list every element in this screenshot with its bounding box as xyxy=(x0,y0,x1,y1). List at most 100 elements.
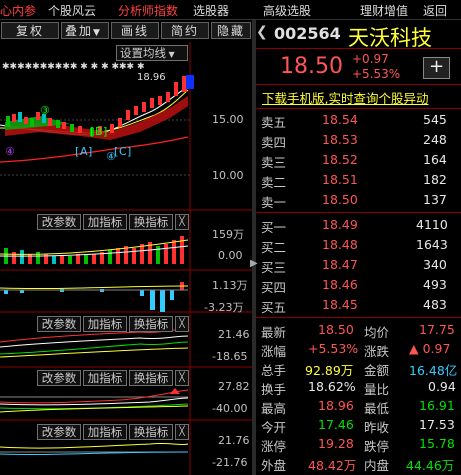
stat-row-outer-inner: 外盘 48.42万 内盘 44.46万 xyxy=(261,458,455,473)
panel1-edit-params-button[interactable]: 改参数 xyxy=(37,214,81,230)
price-change-pct: +5.53% xyxy=(352,67,401,81)
stat-row-turnover: 换手 18.62% 量比 0.94 xyxy=(261,379,456,397)
buy-volume: 483 xyxy=(423,297,447,312)
sell-price: 18.54 xyxy=(322,112,358,127)
panel1-top-label: 159万 xyxy=(212,228,244,241)
panel5-switch-indicator-button[interactable]: 换指标 xyxy=(129,424,173,440)
panel4-edit-params-button[interactable]: 改参数 xyxy=(37,370,81,386)
panel1-bottom-label: 0.00 xyxy=(218,249,243,262)
svg-text:[: [ xyxy=(114,145,118,158)
menu-item-advanced-picker[interactable]: 高级选股 xyxy=(263,2,311,19)
sell-volume: 248 xyxy=(423,132,447,147)
buy-row-5: 买五 18.45 483 xyxy=(256,296,461,315)
buy-price: 18.46 xyxy=(322,277,358,292)
sell-price: 18.52 xyxy=(322,152,358,167)
menu-item-analyst-index[interactable]: 分析师指数 xyxy=(118,2,178,19)
sell-volume: 137 xyxy=(423,192,447,207)
buy-label: 买一 xyxy=(261,220,287,235)
buy-label: 买四 xyxy=(261,280,287,295)
quote-panel: ❮ 002564 天沃科技 18.50 +0.97 +5.53% + 下载手机版… xyxy=(256,20,461,475)
panel1-close-icon[interactable]: ╳ xyxy=(175,214,189,230)
panel4-close-icon[interactable]: ╳ xyxy=(175,370,189,386)
svg-text:]: ] xyxy=(88,145,92,158)
stock-code: 002564 xyxy=(274,24,341,43)
sell-volume: 182 xyxy=(423,172,447,187)
buy-row-4: 买四 18.46 493 xyxy=(256,276,461,295)
chart-toolbar: 复权 叠加▼ 画线 简约 隐藏 xyxy=(0,20,252,42)
buy-price: 18.49 xyxy=(322,217,358,232)
panel5-close-icon[interactable]: ╳ xyxy=(175,424,189,440)
sell-price: 18.51 xyxy=(322,172,358,187)
collapse-left-icon[interactable]: ❮ xyxy=(256,24,268,40)
panel3-top-label: 21.46 xyxy=(218,328,250,341)
current-price: 18.50 xyxy=(280,54,343,79)
sell-row-2: 卖二 18.51 182 xyxy=(256,171,461,190)
sell-row-3: 卖三 18.52 164 xyxy=(256,151,461,170)
panel4-add-indicator-button[interactable]: 加指标 xyxy=(83,370,127,386)
panel5-add-indicator-button[interactable]: 加指标 xyxy=(83,424,127,440)
panel4-switch-indicator-button[interactable]: 换指标 xyxy=(129,370,173,386)
sell-volume: 164 xyxy=(423,152,447,167)
menu-item-stock-picker[interactable]: 选股器 xyxy=(193,2,229,19)
sell-label: 卖四 xyxy=(261,135,287,150)
stat-row-change: 涨幅 +5.53% 涨跌 ▲ 0.97 xyxy=(261,341,451,359)
ma-settings-label: 设置均线 xyxy=(120,46,166,60)
sell-row-5: 卖五 18.54 545 xyxy=(256,111,461,130)
buy-label: 买三 xyxy=(261,260,287,275)
buy-volume: 4110 xyxy=(416,217,448,232)
panel1-add-indicator-button[interactable]: 加指标 xyxy=(83,214,127,230)
panel3-add-indicator-button[interactable]: 加指标 xyxy=(83,316,127,332)
menu-item-insider[interactable]: 心内参 xyxy=(0,2,36,19)
top-menu-bar: 心内参 个股风云 分析师指数 选股器 高级选股 理财增值 返回 xyxy=(0,0,461,20)
panel4-top-label: 27.82 xyxy=(218,380,250,393)
marker-4-left: ④ xyxy=(5,145,15,158)
overlay-button[interactable]: 叠加▼ xyxy=(61,22,109,39)
sell-label: 卖二 xyxy=(261,175,287,190)
kline-chart-area[interactable]: ✱✱✱✱✱✱✱✱✱✱ ✱ ✱ ✱ ✱✱✱ ✱ ③ ④ ④ [ A] [B]… xyxy=(0,42,252,475)
panel5-top-label: 21.76 xyxy=(218,434,250,447)
sell-row-1: 卖一 18.50 137 xyxy=(256,191,461,210)
menu-item-wealth[interactable]: 理财增值 xyxy=(360,2,408,19)
menu-item-stock-news[interactable]: 个股风云 xyxy=(48,2,96,19)
sell-label: 卖三 xyxy=(261,155,287,170)
ma-settings-button[interactable]: 设置均线 ▼ xyxy=(116,45,188,61)
axis-label-10: 10.00 xyxy=(212,169,244,182)
buy-price: 18.47 xyxy=(322,257,358,272)
buy-volume: 1643 xyxy=(416,237,448,252)
buy-price: 18.48 xyxy=(322,237,358,252)
panel5-bottom-label: -21.76 xyxy=(212,456,248,469)
sell-volume: 545 xyxy=(423,112,447,127)
panel5-edit-params-button[interactable]: 改参数 xyxy=(37,424,81,440)
dropdown-arrow-icon: ▼ xyxy=(93,28,102,38)
svg-text:✱✱✱✱✱✱✱✱✱✱ ✱ ✱ ✱ ✱✱✱ ✱: ✱✱✱✱✱✱✱✱✱✱ ✱ ✱ ✱ ✱✱✱ ✱ xyxy=(2,62,145,72)
download-app-link[interactable]: 下载手机版,实时查询个股异动 xyxy=(262,88,428,107)
stat-row-latest: 最新 18.50 均价 17.75 xyxy=(261,322,455,340)
add-watchlist-icon[interactable]: + xyxy=(423,57,450,79)
marker-box-a: A xyxy=(80,145,88,158)
sell-label: 卖五 xyxy=(261,115,287,130)
panel3-switch-indicator-button[interactable]: 换指标 xyxy=(129,316,173,332)
simple-mode-button[interactable]: 简约 xyxy=(161,22,209,39)
panel3-edit-params-button[interactable]: 改参数 xyxy=(37,316,81,332)
adjust-rights-button[interactable]: 复权 xyxy=(1,22,59,39)
panel3-bottom-label: -18.65 xyxy=(212,350,248,363)
sell-price: 18.53 xyxy=(322,132,358,147)
buy-row-1: 买一 18.49 4110 xyxy=(256,216,461,235)
hide-button[interactable]: 隐藏 xyxy=(211,22,251,39)
stat-row-open-close: 今开 17.46 昨收 17.53 xyxy=(261,417,455,435)
buy-volume: 340 xyxy=(423,257,447,272)
svg-text:]: ] xyxy=(127,145,131,158)
panel1-switch-indicator-button[interactable]: 换指标 xyxy=(129,214,173,230)
buy-label: 买五 xyxy=(261,300,287,315)
draw-line-button[interactable]: 画线 xyxy=(111,22,159,39)
menu-item-back[interactable]: 返回 xyxy=(423,2,447,19)
overlay-label: 叠加 xyxy=(65,24,94,38)
panel2-bottom-label: -3.23万 xyxy=(204,301,244,314)
price-change: +0.97 xyxy=(352,52,389,66)
svg-text:[: [ xyxy=(90,125,94,138)
panel3-close-icon[interactable]: ╳ xyxy=(175,316,189,332)
sell-price: 18.50 xyxy=(322,192,358,207)
sell-row-4: 卖四 18.53 248 xyxy=(256,131,461,150)
panel4-bottom-label: -40.00 xyxy=(212,402,248,415)
buy-volume: 493 xyxy=(423,277,447,292)
